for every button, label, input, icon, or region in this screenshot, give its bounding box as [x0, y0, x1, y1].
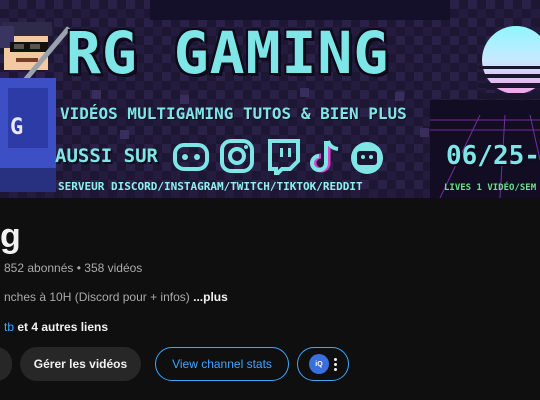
banner-also-on: AUSSI SUR: [55, 145, 158, 167]
channel-description-text: nches à 10H (Discord pour + infos): [4, 290, 190, 304]
banner-schedule: 06/25-: [446, 141, 540, 171]
view-channel-stats-button[interactable]: View channel stats: [155, 347, 289, 381]
channel-banner: G RG GAMING VIDÉOS MULTIGAMING TUTOS & B…: [0, 0, 540, 198]
extension-menu-button[interactable]: iQ: [297, 347, 349, 381]
description-more-link[interactable]: ...plus: [193, 290, 228, 304]
iq-extension-icon: iQ: [309, 354, 329, 374]
channel-stats: 852 abonnés • 358 vidéos: [4, 261, 143, 275]
more-options-icon[interactable]: [334, 357, 337, 371]
discord-icon: [173, 143, 209, 171]
customize-channel-button[interactable]: [0, 347, 12, 381]
banner-platforms-line: SERVEUR DISCORD/INSTAGRAM/TWITCH/TIKTOK/…: [58, 180, 363, 193]
banner-social-icons: [172, 137, 392, 177]
banner-lives-line: LIVES 1 VIDÉO/SEM: [444, 183, 537, 193]
svg-text:G: G: [10, 115, 23, 140]
banner-tagline: VIDÉOS MULTIGAMING TUTOS & BIEN PLUS: [60, 104, 407, 123]
tiktok-icon: [310, 140, 339, 173]
reddit-tv-icon: [351, 142, 383, 174]
twitch-icon: [268, 139, 300, 175]
channel-other-links[interactable]: et 4 autres liens: [14, 320, 108, 334]
channel-primary-link[interactable]: tb: [4, 320, 14, 334]
channel-links: tb et 4 autres liens: [4, 320, 108, 334]
instagram-icon: [220, 139, 254, 173]
banner-headline: RG GAMING: [66, 19, 390, 87]
channel-name: g: [0, 217, 21, 255]
channel-description[interactable]: nches à 10H (Discord pour + infos) ...pl…: [4, 290, 228, 304]
manage-videos-button[interactable]: Gérer les vidéos: [20, 347, 141, 381]
retro-sun-graphic: [478, 26, 540, 99]
